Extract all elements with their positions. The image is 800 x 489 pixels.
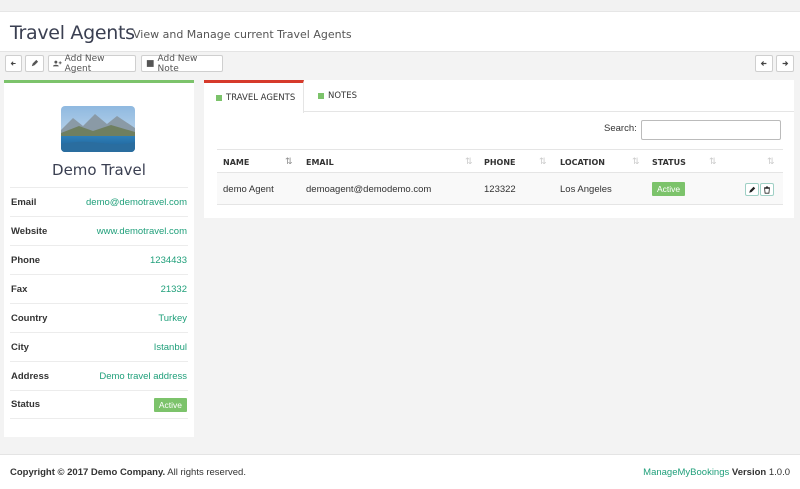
info-label: Phone: [11, 254, 41, 266]
copyright: Copyright © 2017 Demo Company. All right…: [10, 467, 246, 478]
sort-icon[interactable]: ⇅: [767, 156, 775, 167]
info-label: Address: [11, 370, 50, 382]
sort-icon[interactable]: ⇅: [632, 156, 640, 167]
info-value: 1234433: [150, 254, 187, 266]
sort-asc-icon[interactable]: ⇅: [285, 156, 293, 167]
info-row-city: City Istanbul: [10, 332, 188, 361]
edit-button[interactable]: [25, 55, 44, 72]
copyright-rights: All rights reserved.: [165, 466, 246, 478]
brand-name: ManageMyBookings: [643, 466, 730, 478]
info-label: Email: [11, 196, 37, 208]
info-value: Turkey: [158, 312, 187, 324]
page-title: Travel Agents: [10, 22, 135, 44]
note-icon: [146, 60, 154, 67]
add-new-note-label: Add New Note: [157, 53, 198, 74]
square-icon: [318, 93, 324, 99]
info-value: Istanbul: [153, 341, 187, 353]
add-new-agent-button[interactable]: Add New Agent: [48, 53, 136, 74]
agents-panel: TRAVEL AGENTS NOTES Search: NAME ⇅ EMAIL…: [204, 80, 794, 218]
website-link[interactable]: www.demotravel.com: [97, 226, 187, 237]
column-header-phone[interactable]: PHONE: [484, 150, 516, 174]
info-label: City: [11, 341, 29, 353]
info-row-address: Address Demo travel address: [10, 361, 188, 390]
sort-icon[interactable]: ⇅: [539, 156, 547, 167]
company-logo: [61, 106, 135, 152]
arrow-left-icon: [10, 61, 16, 66]
next-button[interactable]: [776, 55, 794, 72]
tab-label: NOTES: [328, 91, 358, 101]
column-header-email[interactable]: EMAIL: [306, 150, 334, 174]
tab-label: TRAVEL AGENTS: [226, 93, 296, 103]
add-user-icon: [53, 60, 62, 67]
tab-travel-agents[interactable]: TRAVEL AGENTS: [204, 80, 304, 113]
company-name: Demo Travel: [52, 161, 146, 179]
sort-icon[interactable]: ⇅: [465, 156, 473, 167]
info-row-phone: Phone 1234433: [10, 245, 188, 274]
info-value: Demo travel address: [99, 370, 187, 382]
square-icon: [216, 95, 222, 101]
column-header-status[interactable]: STATUS: [652, 150, 686, 174]
pencil-icon: [31, 59, 39, 67]
page-subtitle: View and Manage current Travel Agents: [133, 28, 352, 41]
table-header: NAME ⇅ EMAIL ⇅ PHONE ⇅ LOCATION ⇅ STATUS…: [217, 149, 783, 173]
edit-agent-button[interactable]: [745, 183, 759, 196]
version-info: ManageMyBookings Version 1.0.0: [643, 467, 790, 478]
tab-notes[interactable]: NOTES: [318, 80, 378, 112]
status-badge: Active: [153, 397, 187, 412]
search-input[interactable]: [641, 120, 781, 140]
add-new-agent-label: Add New Agent: [64, 53, 105, 74]
copyright-owner: Copyright © 2017 Demo Company.: [10, 466, 166, 478]
table-row: demo Agent demoagent@demodemo.com 123322…: [217, 173, 783, 205]
delete-agent-button[interactable]: [760, 183, 774, 196]
agent-email: demoagent@demodemo.com: [306, 183, 432, 195]
company-info-list: Email demo@demotravel.com Website www.de…: [10, 187, 188, 419]
info-row-website: Website www.demotravel.com: [10, 216, 188, 245]
agent-name: demo Agent: [223, 183, 274, 195]
sort-icon[interactable]: ⇅: [709, 156, 717, 167]
agents-table: NAME ⇅ EMAIL ⇅ PHONE ⇅ LOCATION ⇅ STATUS…: [217, 149, 783, 205]
tab-bar: TRAVEL AGENTS NOTES: [204, 80, 794, 113]
agent-location: Los Angeles: [560, 183, 612, 195]
info-row-fax: Fax 21332: [10, 274, 188, 303]
add-new-note-button[interactable]: Add New Note: [141, 53, 223, 74]
column-header-name[interactable]: NAME: [223, 150, 249, 174]
trash-icon: [764, 185, 770, 194]
previous-button[interactable]: [755, 55, 773, 72]
footer: Copyright © 2017 Demo Company. All right…: [0, 454, 800, 489]
status-badge: Active: [652, 182, 686, 196]
arrow-left-icon: [760, 61, 767, 66]
search-label: Search:: [604, 123, 637, 134]
back-button[interactable]: [5, 55, 22, 72]
pencil-icon: [749, 186, 756, 193]
top-bar: [0, 0, 800, 12]
version-label: Version: [731, 466, 767, 478]
version-number: 1.0.0: [768, 466, 790, 478]
email-link[interactable]: demo@demotravel.com: [86, 197, 187, 208]
company-profile-panel: Demo Travel Email demo@demotravel.com We…: [4, 80, 194, 437]
page-header: Travel Agents View and Manage current Tr…: [0, 12, 800, 51]
info-label: Website: [11, 225, 48, 237]
agent-phone: 123322: [484, 183, 516, 195]
column-header-location[interactable]: LOCATION: [560, 150, 605, 174]
info-value: 21332: [160, 283, 187, 295]
arrow-right-icon: [782, 61, 789, 66]
info-label: Fax: [11, 283, 28, 295]
info-row-email: Email demo@demotravel.com: [10, 187, 188, 216]
info-label: Status: [11, 399, 41, 410]
info-row-status: Status Active: [10, 390, 188, 419]
info-label: Country: [11, 312, 48, 324]
info-row-country: Country Turkey: [10, 303, 188, 332]
